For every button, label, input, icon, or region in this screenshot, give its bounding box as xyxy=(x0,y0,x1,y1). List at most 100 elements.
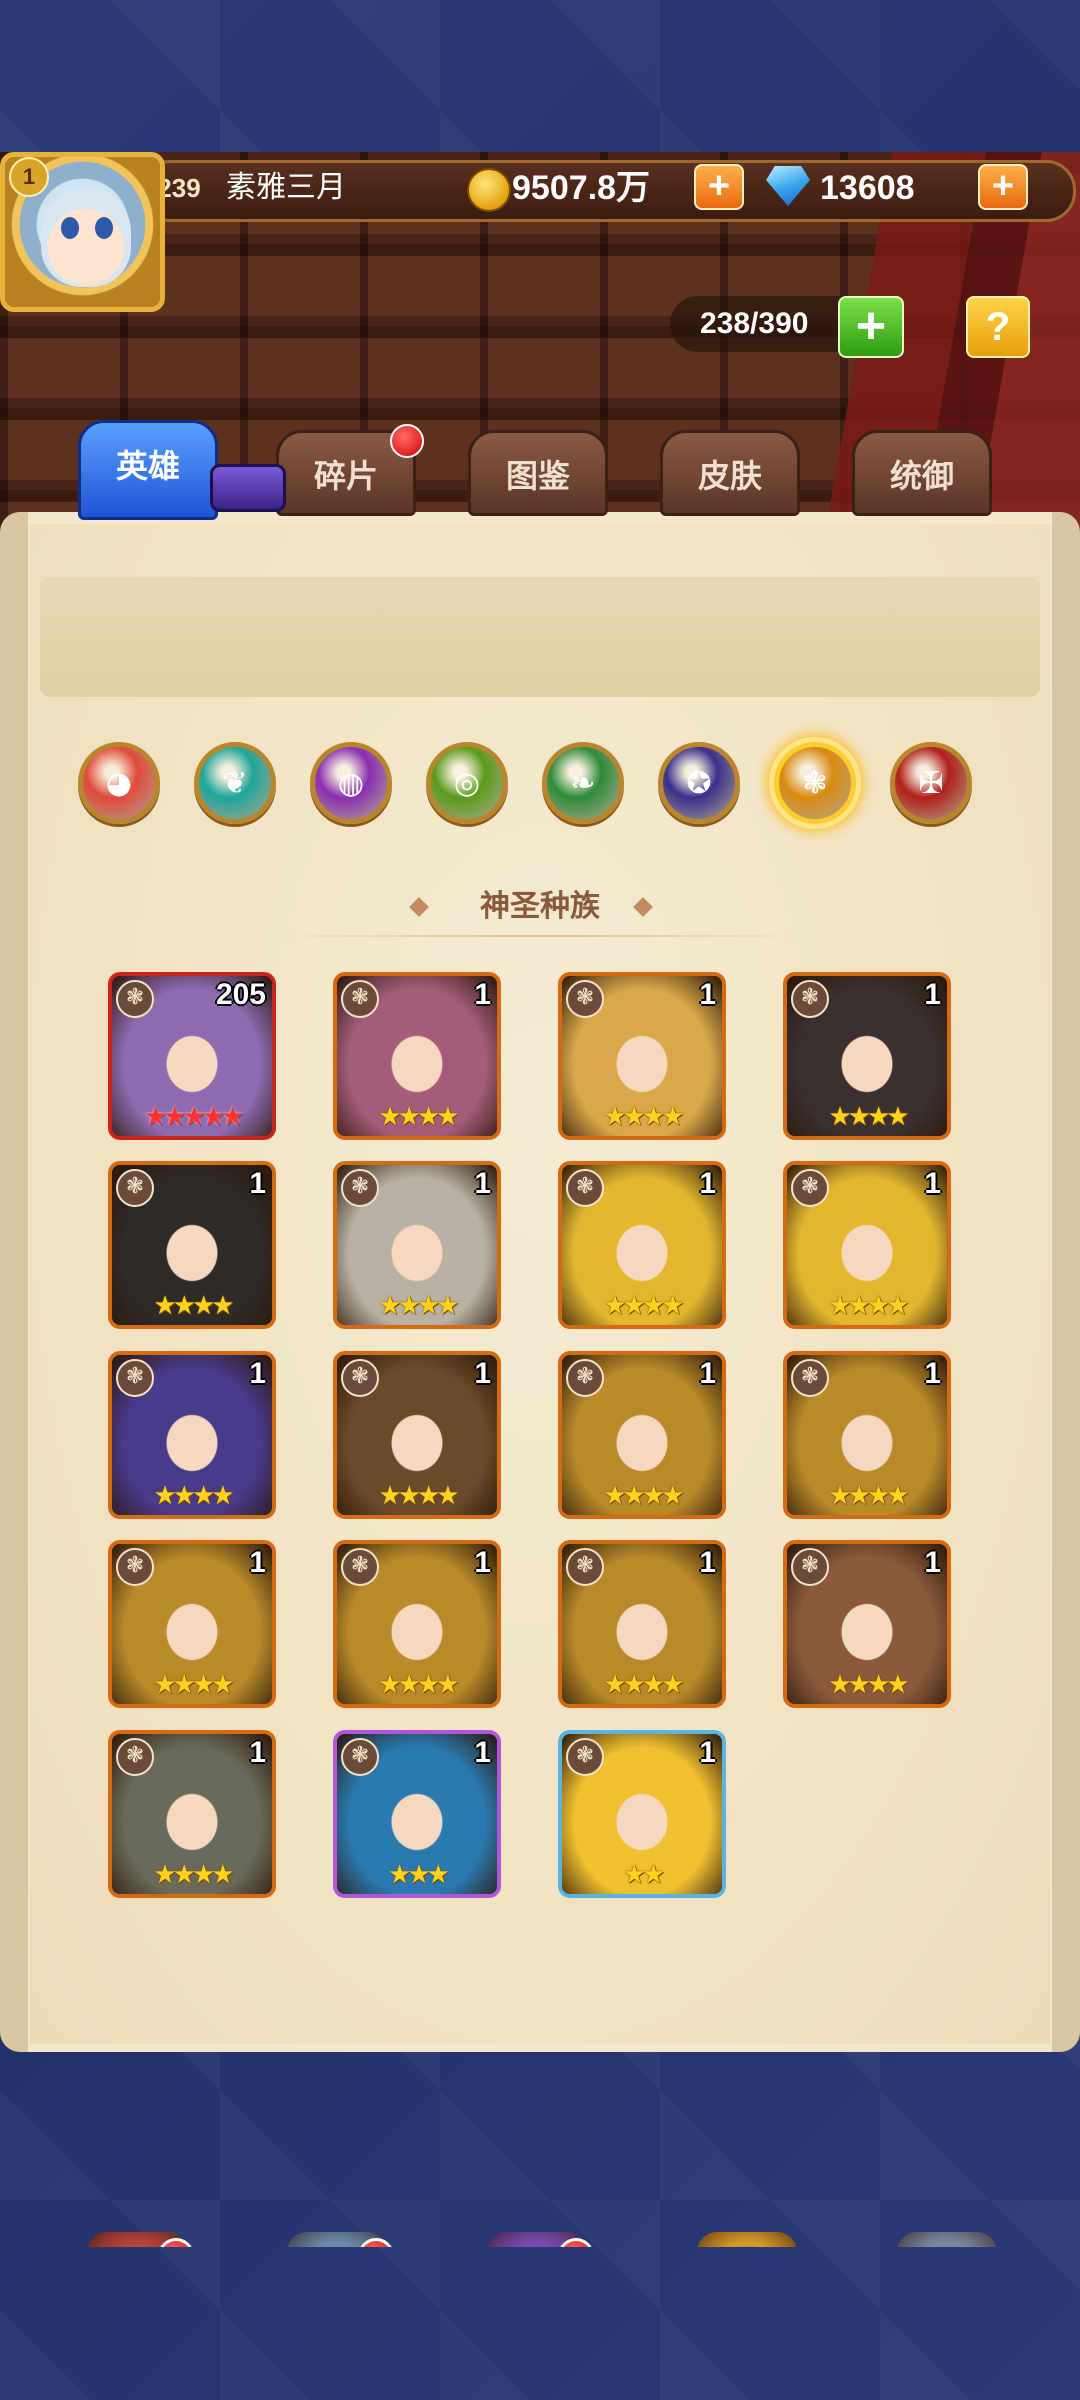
hero-level: 1 xyxy=(699,1546,716,1579)
star-rating: ★★★★ xyxy=(378,1291,459,1321)
hero-card[interactable]: ❃ 1 ★★★★ xyxy=(108,1161,276,1329)
star-rating: ★★★★ xyxy=(378,1102,459,1132)
holy-race-icon: ❃ xyxy=(566,1169,604,1207)
hero-level: 1 xyxy=(249,1167,266,1200)
expand-capacity-button[interactable]: + xyxy=(838,296,904,358)
help-button[interactable]: ? xyxy=(966,296,1030,358)
race-filter-shadow-icon[interactable]: ✪ xyxy=(658,742,740,824)
add-gold-button[interactable]: + xyxy=(694,164,744,210)
holy-race-icon: ❃ xyxy=(566,1548,604,1586)
player-avatar[interactable]: 1 xyxy=(0,152,165,312)
hero-card[interactable]: ❃ 1 ★★★★ xyxy=(108,1730,276,1898)
holy-race-icon: ❃ xyxy=(341,1738,379,1776)
vip-rank-badge: 1 xyxy=(9,157,49,197)
hero-card[interactable]: ❃ 1 ★★★★ xyxy=(333,972,501,1140)
hero-level: 1 xyxy=(474,1546,491,1579)
hero-level: 1 xyxy=(249,1546,266,1579)
notification-dot xyxy=(390,424,424,458)
hero-level: 1 xyxy=(699,1736,716,1769)
hero-card[interactable]: ❃ 1 ★★★★ xyxy=(108,1351,276,1519)
add-gems-button[interactable]: + xyxy=(978,164,1028,210)
tab-0[interactable]: 英雄 xyxy=(78,420,218,520)
hero-level: 1 xyxy=(924,1167,941,1200)
gem-amount: 13608 xyxy=(820,169,915,207)
star-rating: ★★★★ xyxy=(378,1670,459,1700)
guild-tower-icon xyxy=(897,2232,997,2247)
holy-race-icon: ❃ xyxy=(116,980,154,1018)
hero-level: 1 xyxy=(474,1167,491,1200)
hero-level: 205 xyxy=(215,978,266,1011)
star-rating: ★★★★ xyxy=(603,1670,684,1700)
hero-capacity: 238/390 xyxy=(700,307,809,340)
hero-card[interactable]: ❃ 1 ★★★★ xyxy=(783,1161,951,1329)
star-rating: ★★ xyxy=(622,1860,666,1890)
star-rating: ★★★★ xyxy=(828,1291,909,1321)
race-filter-all-icon[interactable]: ◕ xyxy=(78,742,160,824)
gold-amount: 9507.8万 xyxy=(512,169,650,207)
hero-card[interactable]: ❃ 1 ★★★★ xyxy=(558,1351,726,1519)
filter-band xyxy=(40,577,1040,697)
hero-card[interactable]: ❃ 1 ★★★★ xyxy=(783,972,951,1140)
hero-card[interactable]: ❃ 1 ★★ xyxy=(558,1730,726,1898)
star-rating: ★★★ xyxy=(388,1860,450,1890)
holy-race-icon: ❃ xyxy=(341,1548,379,1586)
race-filter-holy-icon[interactable]: ❃ xyxy=(774,742,856,824)
star-rating: ★★★★ xyxy=(603,1291,684,1321)
gold-coin-icon xyxy=(467,168,511,212)
player-name: 素雅三月 xyxy=(226,171,346,204)
hero-level: 1 xyxy=(924,1357,941,1390)
star-rating: ★★★★ xyxy=(828,1102,909,1132)
tab-4[interactable]: 统御 xyxy=(852,430,992,516)
star-rating: ★★★★ xyxy=(153,1670,234,1700)
race-filter-forest-icon[interactable]: ❧ xyxy=(542,742,624,824)
hero-card[interactable]: ❃ 1 ★★★★ xyxy=(333,1351,501,1519)
nav-guild-tower[interactable]: 公会 xyxy=(872,2232,1022,2247)
section-divider xyxy=(270,935,810,937)
backpack-icon xyxy=(697,2232,797,2247)
hero-card[interactable]: ❃ 205 ★★★★★ xyxy=(108,972,276,1140)
hero-level: 1 xyxy=(474,1736,491,1769)
hero-card[interactable]: ❃ 1 ★★★★ xyxy=(108,1540,276,1708)
hero-level: 1 xyxy=(249,1357,266,1390)
holy-race-icon: ❃ xyxy=(791,1359,829,1397)
hero-level: 1 xyxy=(699,978,716,1011)
holy-race-icon: ❃ xyxy=(341,1359,379,1397)
race-filter-nature-eye-icon[interactable]: ◎ xyxy=(426,742,508,824)
hero-card[interactable]: ❃ 1 ★★★★ xyxy=(558,972,726,1140)
hero-level: 1 xyxy=(249,1736,266,1769)
holy-race-icon: ❃ xyxy=(566,1359,604,1397)
tab-2[interactable]: 图鉴 xyxy=(468,430,608,516)
star-rating: ★★★★ xyxy=(828,1670,909,1700)
holy-race-icon: ❃ xyxy=(341,1169,379,1207)
hero-level: 1 xyxy=(474,978,491,1011)
hero-card[interactable]: ❃ 1 ★★★★ xyxy=(333,1540,501,1708)
holy-race-icon: ❃ xyxy=(116,1169,154,1207)
holy-race-icon: ❃ xyxy=(566,1738,604,1776)
race-filter-mystic-icon[interactable]: ◍ xyxy=(310,742,392,824)
holy-race-icon: ❃ xyxy=(116,1548,154,1586)
nav-castle[interactable]: 主城 xyxy=(62,2232,212,2247)
nav-hero[interactable]: 英雄 xyxy=(262,2232,412,2247)
hero-card[interactable]: ❃ 1 ★★★★ xyxy=(783,1351,951,1519)
hero-card[interactable]: ❃ 1 ★★★★ xyxy=(333,1161,501,1329)
race-filter-aqua-icon[interactable]: ❦ xyxy=(194,742,276,824)
race-filter-demon-icon[interactable]: ✠ xyxy=(890,742,972,824)
hero-card[interactable]: ❃ 1 ★★★ xyxy=(333,1730,501,1898)
game-screen: 239 素雅三月 1 9507.8万 + 13608 + 238/390 + ?… xyxy=(0,152,1080,2247)
hero-card[interactable]: ❃ 1 ★★★★ xyxy=(558,1161,726,1329)
hero-card[interactable]: ❃ 1 ★★★★ xyxy=(558,1540,726,1708)
hero-level: 1 xyxy=(474,1357,491,1390)
hero-level: 1 xyxy=(924,1546,941,1579)
star-rating: ★★★★★ xyxy=(143,1102,245,1132)
star-rating: ★★★★ xyxy=(153,1860,234,1890)
hero-level: 1 xyxy=(924,978,941,1011)
hero-level: 1 xyxy=(699,1167,716,1200)
tab-3[interactable]: 皮肤 xyxy=(660,430,800,516)
hero-card[interactable]: ❃ 1 ★★★★ xyxy=(783,1540,951,1708)
nav-portal[interactable]: 探险 xyxy=(462,2232,612,2247)
star-rating: ★★★★ xyxy=(828,1481,909,1511)
nav-backpack[interactable]: 背包 xyxy=(672,2232,822,2247)
holy-race-icon: ❃ xyxy=(791,980,829,1018)
star-rating: ★★★★ xyxy=(378,1481,459,1511)
holy-race-icon: ❃ xyxy=(341,980,379,1018)
